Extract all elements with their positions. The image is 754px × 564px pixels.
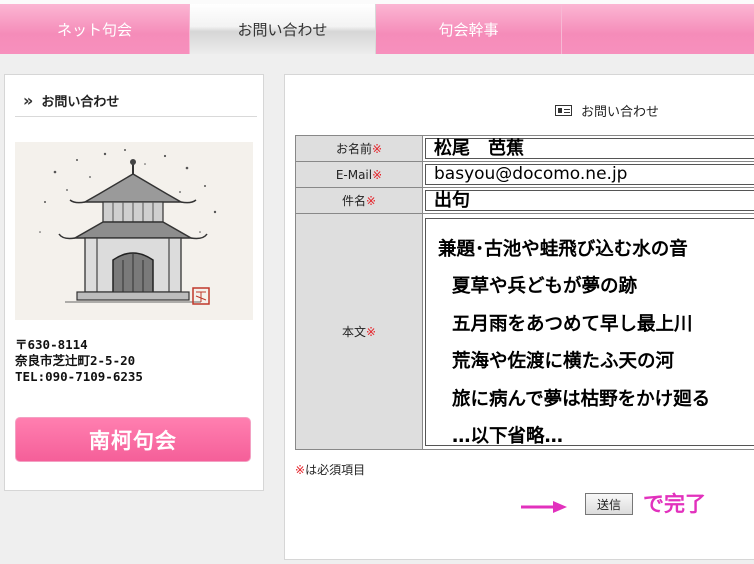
body-textarea[interactable]: 兼題･古池や蛙飛び込む水の音 夏草や兵どもが夢の跡 五月雨をあつめて早し最上川 … bbox=[425, 217, 754, 447]
form-title: お問い合わせ bbox=[555, 101, 659, 120]
form-title-label: お問い合わせ bbox=[581, 105, 660, 120]
submit-button[interactable]: 送信 bbox=[585, 493, 633, 515]
subject-field[interactable]: 出句 bbox=[425, 190, 754, 211]
body-label: 本文※ bbox=[295, 213, 423, 450]
required-mark: ※ bbox=[295, 463, 306, 477]
body-line: …以下省略… bbox=[452, 426, 564, 447]
double-chevron-icon: » bbox=[23, 91, 33, 110]
sidebar: » お問い合わせ 〒630-8114 奈良市芝辻町2-5-20 TEL:090-… bbox=[4, 74, 264, 491]
tab-label: 句会幹事 bbox=[438, 20, 499, 39]
sidebar-heading-label: お問い合わせ bbox=[41, 95, 120, 110]
tab-label: ネット句会 bbox=[56, 20, 132, 39]
email-label: E-Mail※ bbox=[295, 161, 423, 188]
nanka-kukai-button[interactable]: 南柯句会 bbox=[15, 417, 251, 462]
body-line: 五月雨をあつめて早し最上川 bbox=[452, 313, 693, 335]
required-note: ※は必須項目 bbox=[295, 461, 365, 478]
tab-empty[interactable] bbox=[562, 4, 754, 54]
email-field[interactable]: basyou@docomo.ne.jp bbox=[425, 164, 754, 185]
done-annotation: で完了 bbox=[643, 492, 706, 516]
postal-code: 〒630-8114 bbox=[15, 337, 88, 352]
body-line: 荒海や佐渡に横たふ天の河 bbox=[452, 351, 675, 372]
name-label: お名前※ bbox=[295, 135, 423, 162]
telephone: TEL:090-7109-6235 bbox=[15, 369, 143, 384]
tab-kukai-kanji[interactable]: 句会幹事 bbox=[376, 4, 562, 54]
sidebar-heading: » お問い合わせ bbox=[15, 85, 257, 117]
submit-button-label: 送信 bbox=[596, 497, 621, 512]
body-line: 夏草や兵どもが夢の跡 bbox=[452, 276, 638, 297]
required-mark: ※ bbox=[371, 142, 383, 156]
body-line: 旅に病んで夢は枯野をかけ廻る bbox=[452, 388, 711, 410]
temple-illustration bbox=[15, 142, 253, 320]
tab-label: お問い合わせ bbox=[237, 20, 328, 39]
address-block: 〒630-8114 奈良市芝辻町2-5-20 TEL:090-7109-6235 bbox=[15, 337, 143, 385]
street-address: 奈良市芝辻町2-5-20 bbox=[15, 353, 136, 368]
required-mark: ※ bbox=[372, 167, 383, 182]
body-line: 兼題･古池や蛙飛び込む水の音 bbox=[438, 238, 688, 260]
required-mark: ※ bbox=[365, 325, 377, 339]
id-card-icon bbox=[555, 105, 572, 116]
required-mark: ※ bbox=[365, 194, 377, 208]
required-note-text: は必須項目 bbox=[305, 463, 366, 477]
top-navigation: ネット句会 お問い合わせ 句会幹事 bbox=[0, 0, 754, 54]
contact-form-panel: お問い合わせ お名前※ 松尾 芭蕉 E-Mail※ basyou@docomo.… bbox=[284, 74, 754, 560]
subject-label: 件名※ bbox=[295, 187, 423, 214]
tab-net-kukai[interactable]: ネット句会 bbox=[0, 4, 190, 54]
tab-contact[interactable]: お問い合わせ bbox=[190, 4, 376, 54]
name-field[interactable]: 松尾 芭蕉 bbox=[425, 138, 754, 159]
button-label: 南柯句会 bbox=[89, 428, 177, 453]
arrow-right-icon bbox=[521, 501, 567, 513]
contact-form-table: お名前※ 松尾 芭蕉 E-Mail※ basyou@docomo.ne.jp 件… bbox=[295, 135, 754, 450]
